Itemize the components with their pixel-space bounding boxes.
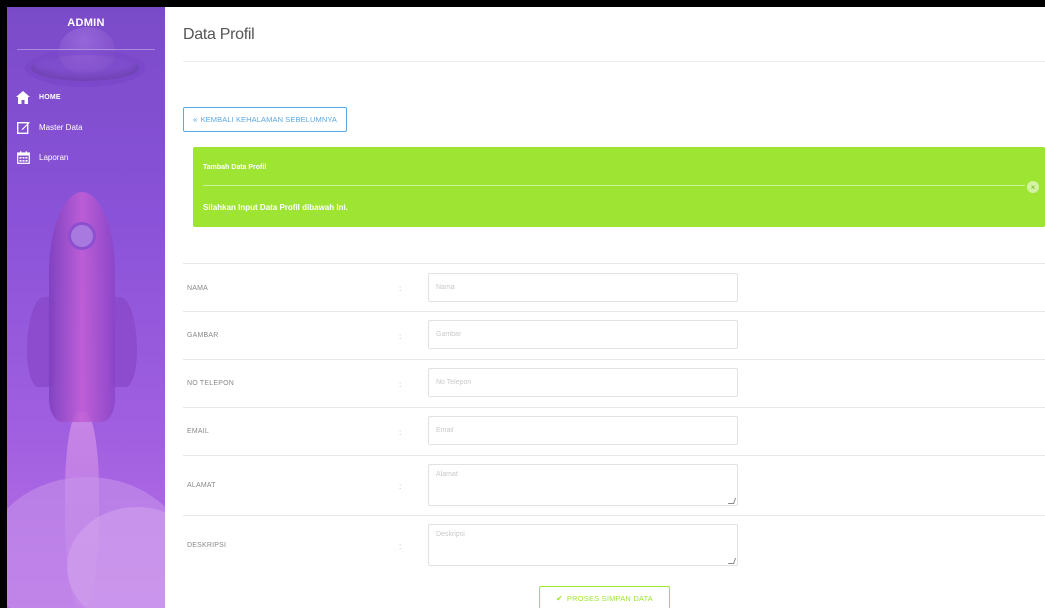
sidebar-divider xyxy=(17,49,155,50)
alert-title: Tambah Data Profil xyxy=(203,164,267,171)
calendar-icon xyxy=(16,150,30,164)
info-alert: Tambah Data Profil Silahkan Input Data P… xyxy=(193,147,1045,227)
field-label: EMAIL xyxy=(187,428,210,435)
sidebar-item-label: HOME xyxy=(39,93,61,101)
submit-button[interactable]: ✔ PROSES SIMPAN DATA xyxy=(539,586,670,608)
email-input[interactable] xyxy=(428,416,738,445)
field-label: GAMBAR xyxy=(187,332,219,339)
sidebar: ADMIN HOME Master Data Laporan xyxy=(7,7,165,608)
field-colon: : xyxy=(399,284,402,293)
planet-ring-illustration xyxy=(25,49,145,87)
gambar-input[interactable] xyxy=(428,320,738,349)
field-label: NO TELEPON xyxy=(187,380,234,387)
form-row-alamat: ALAMAT : xyxy=(183,455,1045,515)
field-colon: : xyxy=(399,428,402,437)
home-icon xyxy=(16,90,30,104)
sidebar-item-home[interactable]: HOME xyxy=(7,87,165,107)
check-icon: ✔ xyxy=(555,594,563,603)
page-title: Data Profil xyxy=(183,26,255,43)
alert-message: Silahkan Input Data Profil dibawah Ini. xyxy=(203,203,348,212)
form-row-no-telepon: NO TELEPON : xyxy=(183,359,1045,407)
field-colon: : xyxy=(399,542,402,551)
form-row-nama: NAMA : xyxy=(183,263,1045,311)
sidebar-title: ADMIN xyxy=(67,17,105,29)
form-row-email: EMAIL : xyxy=(183,407,1045,455)
rocket-window-illustration xyxy=(68,222,96,250)
edit-icon xyxy=(16,120,30,134)
alamat-textarea[interactable] xyxy=(428,464,738,506)
sidebar-item-master-data[interactable]: Master Data xyxy=(7,117,165,137)
field-label: ALAMAT xyxy=(187,482,216,489)
field-colon: : xyxy=(399,482,402,491)
sidebar-item-label: Laporan xyxy=(39,152,69,162)
sidebar-item-laporan[interactable]: Laporan xyxy=(7,147,165,167)
close-icon[interactable]: × xyxy=(1027,181,1039,193)
alert-divider xyxy=(203,185,1025,186)
title-divider xyxy=(183,61,1045,62)
app-window: ADMIN HOME Master Data Laporan Data Prof… xyxy=(7,7,1045,608)
field-label: DESKRIPSI xyxy=(187,542,227,549)
field-colon: : xyxy=(399,380,402,389)
no-telepon-input[interactable] xyxy=(428,368,738,397)
back-button[interactable]: « KEMBALI KEHALAMAN SEBELUMNYA xyxy=(183,107,348,132)
double-chevron-left-icon: « xyxy=(193,115,198,124)
form-row-deskripsi: DESKRIPSI : xyxy=(183,515,1045,575)
field-label: NAMA xyxy=(187,285,209,292)
deskripsi-textarea[interactable] xyxy=(428,524,738,566)
field-colon: : xyxy=(399,332,402,341)
submit-button-label: PROSES SIMPAN DATA xyxy=(566,594,654,603)
back-button-label: KEMBALI KEHALAMAN SEBELUMNYA xyxy=(200,115,338,124)
form-row-gambar: GAMBAR : xyxy=(183,311,1045,359)
sidebar-item-label: Master Data xyxy=(39,122,83,132)
main-content: Data Profil « KEMBALI KEHALAMAN SEBELUMN… xyxy=(165,7,1045,608)
nama-input[interactable] xyxy=(428,273,738,302)
